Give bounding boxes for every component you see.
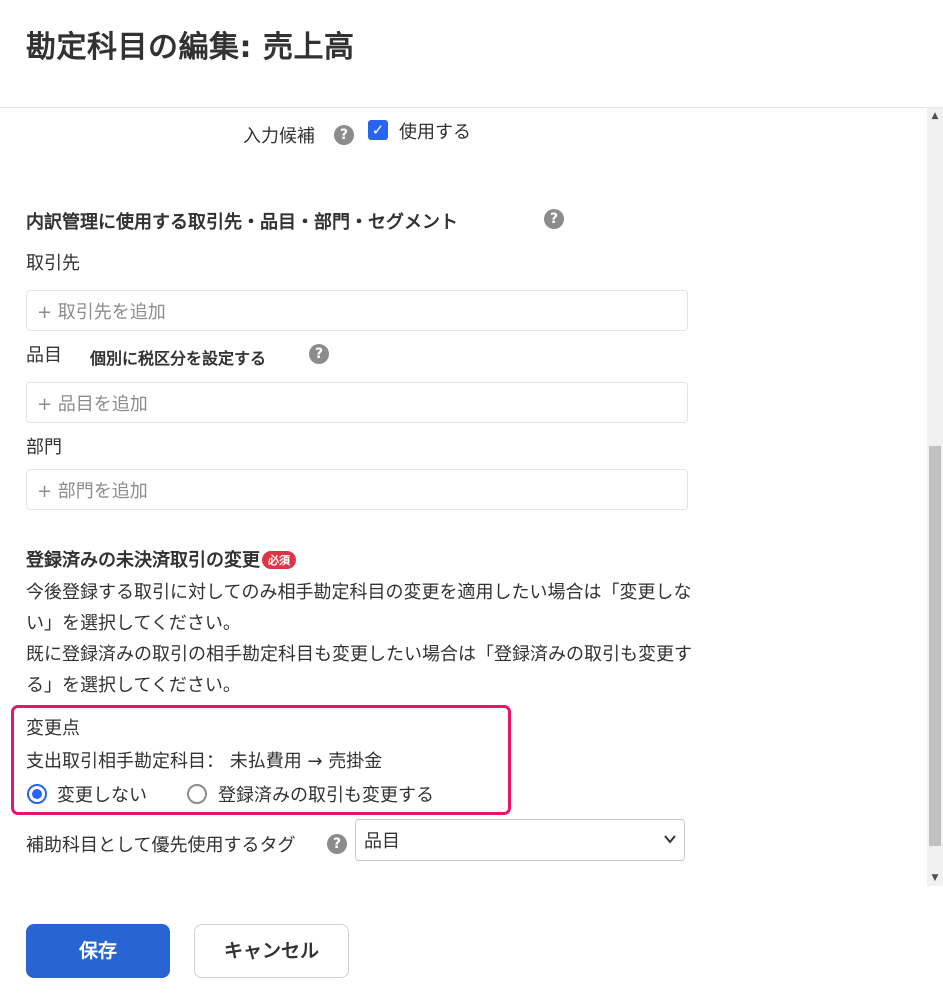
candidate-label: 入力候補	[243, 126, 315, 147]
description-line: 既に登録済みの取引の相手勘定科目も変更したい場合は「登録済みの取引も変更す	[26, 644, 692, 665]
help-icon[interactable]: ?	[334, 125, 354, 145]
help-icon[interactable]: ?	[309, 344, 329, 364]
partner-label: 取引先	[26, 253, 80, 274]
help-icon[interactable]: ?	[327, 834, 347, 854]
help-icon[interactable]: ?	[544, 209, 564, 229]
modal-footer: 保存 キャンセル	[0, 886, 943, 1000]
scroll-up-arrow-icon[interactable]: ▲	[927, 108, 943, 124]
radio-change-registered-label[interactable]: 登録済みの取引も変更する	[218, 781, 434, 807]
section-label: 部門	[26, 437, 62, 458]
use-candidate-label[interactable]: 使用する	[399, 118, 471, 144]
radio-dot	[32, 789, 42, 799]
page-title: 勘定科目の編集: 売上高	[26, 30, 355, 65]
change-section-title-text: 登録済みの未決済取引の変更	[26, 550, 260, 571]
modal-body[interactable]: 入力候補 ? ✓ 使用する 内訳管理に使用する取引先・品目・部門・セグメント ?…	[0, 108, 943, 886]
change-description: 今後登録する取引に対してのみ相手勘定科目の変更を適用したい場合は「変更しな い」…	[26, 577, 816, 701]
required-badge: 必須	[262, 551, 296, 569]
radio-no-change[interactable]	[27, 784, 47, 804]
change-detail: 支出取引相手勘定科目： 未払費用 → 売掛金	[26, 751, 383, 772]
change-section-title: 登録済みの未決済取引の変更 必須	[26, 546, 296, 572]
modal-header: 勘定科目の編集: 売上高	[0, 0, 943, 108]
add-section-field[interactable]: + 部門を追加	[26, 469, 688, 510]
save-button[interactable]: 保存	[26, 924, 170, 978]
tag-select[interactable]: 品目	[355, 819, 685, 861]
change-point-label: 変更点	[26, 718, 80, 739]
description-line: い」を選択してください。	[26, 613, 241, 634]
use-candidate-checkbox[interactable]: ✓	[368, 120, 388, 140]
add-partner-field[interactable]: + 取引先を追加	[26, 290, 688, 331]
item-tax-setting-label: 個別に税区分を設定する	[90, 349, 267, 368]
tag-select-value: 品目	[364, 831, 400, 852]
scrollbar[interactable]: ▲ ▼	[927, 108, 943, 886]
radio-no-change-label[interactable]: 変更しない	[57, 781, 147, 807]
breakdown-section-title: 内訳管理に使用する取引先・品目・部門・セグメント	[26, 212, 458, 233]
cancel-button[interactable]: キャンセル	[194, 924, 349, 978]
tag-label: 補助科目として優先使用するタグ	[26, 835, 296, 856]
scrollbar-thumb[interactable]	[929, 446, 941, 846]
chevron-down-icon	[664, 835, 676, 844]
radio-change-registered[interactable]	[187, 784, 207, 804]
item-label: 品目	[26, 345, 62, 366]
description-line: る」を選択してください。	[26, 675, 241, 696]
description-line: 今後登録する取引に対してのみ相手勘定科目の変更を適用したい場合は「変更しな	[26, 582, 692, 603]
add-item-field[interactable]: + 品目を追加	[26, 382, 688, 423]
scroll-down-arrow-icon[interactable]: ▼	[927, 870, 943, 886]
